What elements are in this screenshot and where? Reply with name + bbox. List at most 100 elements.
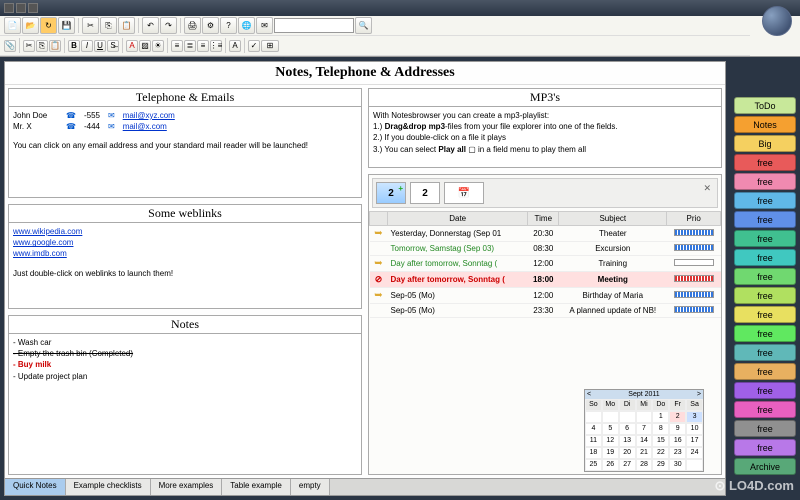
cal-prev-icon[interactable]: < (587, 391, 591, 398)
bottom-tab[interactable]: More examples (151, 479, 223, 495)
side-tab-free[interactable]: free (734, 154, 796, 171)
cal-day[interactable]: 2 (669, 411, 686, 423)
cal-day[interactable]: 20 (619, 447, 636, 459)
cal-day[interactable] (636, 411, 653, 423)
bottom-tab[interactable]: empty (291, 479, 330, 495)
search-icon[interactable]: 🔍 (355, 17, 372, 34)
side-tab-big[interactable]: Big (734, 135, 796, 152)
align-left-icon[interactable]: ≡ (171, 40, 183, 52)
side-tab-free[interactable]: free (734, 382, 796, 399)
side-tab-free[interactable]: free (734, 249, 796, 266)
side-tab-free[interactable]: free (734, 287, 796, 304)
cal-day[interactable]: 16 (669, 435, 686, 447)
paste-icon[interactable]: 📋 (118, 17, 135, 34)
ruler-icon[interactable]: ⊞ (261, 40, 279, 52)
undo-icon[interactable]: ↶ (142, 17, 159, 34)
cal-day[interactable]: 4 (585, 423, 602, 435)
side-tab-todo[interactable]: ToDo (734, 97, 796, 114)
bottom-tab[interactable]: Table example (222, 479, 291, 495)
side-tab-free[interactable]: free (734, 306, 796, 323)
side-tab-free[interactable]: free (734, 420, 796, 437)
min-icon[interactable] (4, 3, 14, 13)
side-tab-free[interactable]: free (734, 211, 796, 228)
cal-day[interactable]: 18 (585, 447, 602, 459)
appt-tab-day[interactable]: 2 (410, 182, 440, 204)
paste2-icon[interactable]: 📋 (49, 40, 61, 52)
redo-icon[interactable]: ↷ (160, 17, 177, 34)
align-right-icon[interactable]: ≡ (197, 40, 209, 52)
save-icon[interactable]: 💾 (58, 17, 75, 34)
side-tab-notes[interactable]: Notes (734, 116, 796, 133)
cal-day[interactable]: 6 (619, 423, 636, 435)
app-orb-icon[interactable] (762, 6, 792, 36)
cal-day[interactable] (619, 411, 636, 423)
highlight-icon[interactable]: ☀ (152, 40, 164, 52)
appt-tab-add[interactable]: 2+ (376, 182, 406, 204)
cal-day[interactable]: 26 (602, 459, 619, 471)
cal-day[interactable]: 30 (669, 459, 686, 471)
attach-icon[interactable]: 📎 (4, 40, 16, 52)
cal-day[interactable]: 13 (619, 435, 636, 447)
max-icon[interactable] (16, 3, 26, 13)
cal-day[interactable]: 14 (636, 435, 653, 447)
weblink[interactable]: www.wikipedia.com (13, 226, 357, 237)
italic-icon[interactable]: I (81, 40, 93, 52)
cal-day[interactable]: 21 (636, 447, 653, 459)
cal-day[interactable] (585, 411, 602, 423)
world-icon[interactable]: 🌐 (238, 17, 255, 34)
cut2-icon[interactable]: ✂ (23, 40, 35, 52)
cal-day[interactable]: 1 (652, 411, 669, 423)
email-link[interactable]: mail@x.com (123, 121, 167, 132)
settings-icon[interactable]: ⚙ (202, 17, 219, 34)
appt-row[interactable]: ➥Sep-05 (Mo)12:00Birthday of Maria (370, 288, 721, 304)
side-tab-free[interactable]: free (734, 325, 796, 342)
cal-day[interactable]: 23 (669, 447, 686, 459)
cal-day[interactable]: 11 (585, 435, 602, 447)
cal-day[interactable]: 17 (686, 435, 703, 447)
appt-tab-week[interactable]: 📅 (444, 182, 484, 204)
side-tab-free[interactable]: free (734, 230, 796, 247)
align-center-icon[interactable]: ≣ (184, 40, 196, 52)
side-tab-free[interactable]: free (734, 192, 796, 209)
spellcheck-icon[interactable]: ✓ (248, 40, 260, 52)
cal-day[interactable]: 24 (686, 447, 703, 459)
side-tab-free[interactable]: free (734, 173, 796, 190)
cal-next-icon[interactable]: > (697, 391, 701, 398)
font-color-icon[interactable]: A (126, 40, 138, 52)
appt-close-icon[interactable]: ✕ (703, 183, 711, 194)
cal-day[interactable]: 10 (686, 423, 703, 435)
cal-day[interactable]: 9 (669, 423, 686, 435)
close-icon[interactable] (28, 3, 38, 13)
cal-day[interactable]: 27 (619, 459, 636, 471)
cal-day[interactable]: 29 (652, 459, 669, 471)
cal-day[interactable]: 8 (652, 423, 669, 435)
appt-row[interactable]: ➥Day after tomorrow, Sonntag (12:00Train… (370, 256, 721, 272)
email-link[interactable]: mail@xyz.com (123, 110, 175, 121)
appt-row[interactable]: Sep-05 (Mo)23:30A planned update of NB! (370, 304, 721, 318)
bottom-tab[interactable]: Quick Notes (5, 479, 66, 495)
cal-day[interactable]: 22 (652, 447, 669, 459)
bg-color-icon[interactable]: ▨ (139, 40, 151, 52)
appt-row[interactable]: Tomorrow, Samstag (Sep 03)08:30Excursion (370, 242, 721, 256)
font-icon[interactable]: A (229, 40, 241, 52)
copy-icon[interactable]: ⎘ (100, 17, 117, 34)
underline-icon[interactable]: U (94, 40, 106, 52)
cal-day[interactable]: 28 (636, 459, 653, 471)
side-tab-free[interactable]: free (734, 344, 796, 361)
refresh-icon[interactable]: ↻ (40, 17, 57, 34)
new-icon[interactable]: 📄 (4, 17, 21, 34)
cal-day[interactable]: 12 (602, 435, 619, 447)
side-tab-free[interactable]: free (734, 363, 796, 380)
appt-row[interactable]: ➥Yesterday, Donnerstag (Sep 0120:30Theat… (370, 226, 721, 242)
side-tab-free[interactable]: free (734, 268, 796, 285)
search-input[interactable] (274, 18, 354, 33)
mini-calendar[interactable]: < Sept 2011 > SoMoDiMiDoFrSa123456789101… (584, 389, 704, 472)
cal-day[interactable] (602, 411, 619, 423)
side-tab-free[interactable]: free (734, 401, 796, 418)
side-tab-free[interactable]: free (734, 439, 796, 456)
print-icon[interactable]: 🖨 (184, 17, 201, 34)
help-icon[interactable]: ? (220, 17, 237, 34)
cal-day[interactable]: 15 (652, 435, 669, 447)
side-tab-archive[interactable]: Archive (734, 458, 796, 475)
weblink[interactable]: www.google.com (13, 237, 357, 248)
